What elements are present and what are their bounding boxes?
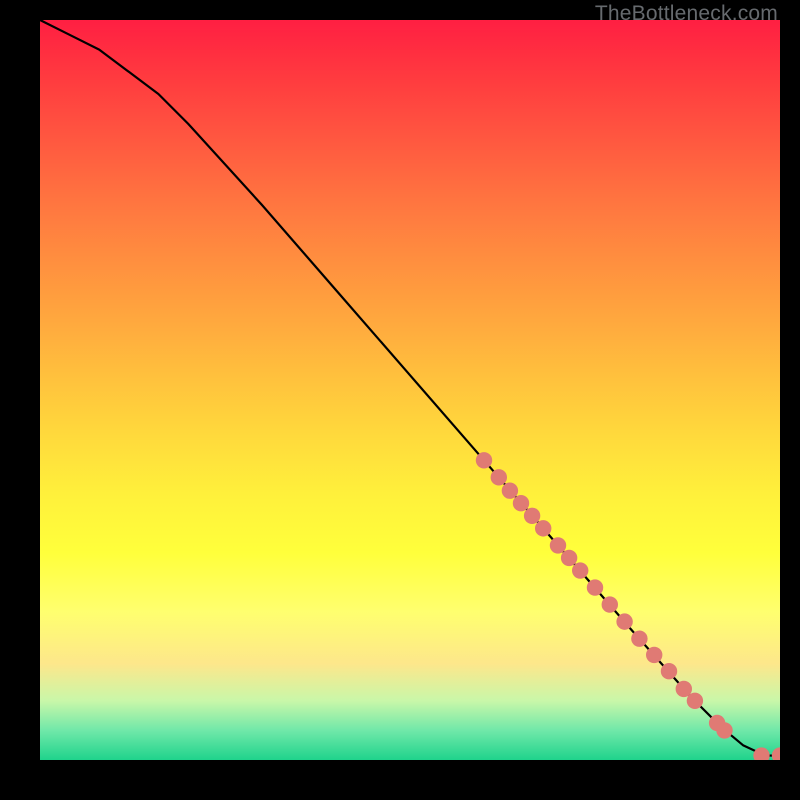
marker-point (491, 469, 507, 485)
curve-group (40, 20, 780, 760)
marker-point (587, 579, 603, 595)
marker-point (646, 647, 662, 663)
marker-point (502, 482, 518, 498)
chart-svg (40, 20, 780, 760)
marker-point (661, 663, 677, 679)
marker-point (476, 452, 492, 468)
marker-point (524, 508, 540, 524)
curve-path (40, 20, 780, 756)
markers-group (476, 452, 780, 760)
marker-point (535, 520, 551, 536)
marker-point (772, 747, 780, 760)
marker-point (687, 693, 703, 709)
marker-point (602, 596, 618, 612)
marker-point (616, 613, 632, 629)
marker-point (753, 747, 769, 760)
chart-frame: TheBottleneck.com (0, 0, 800, 800)
marker-point (561, 550, 577, 566)
marker-point (513, 495, 529, 511)
marker-point (572, 562, 588, 578)
marker-point (550, 537, 566, 553)
marker-point (631, 630, 647, 646)
marker-point (716, 722, 732, 738)
plot-area (40, 20, 780, 760)
